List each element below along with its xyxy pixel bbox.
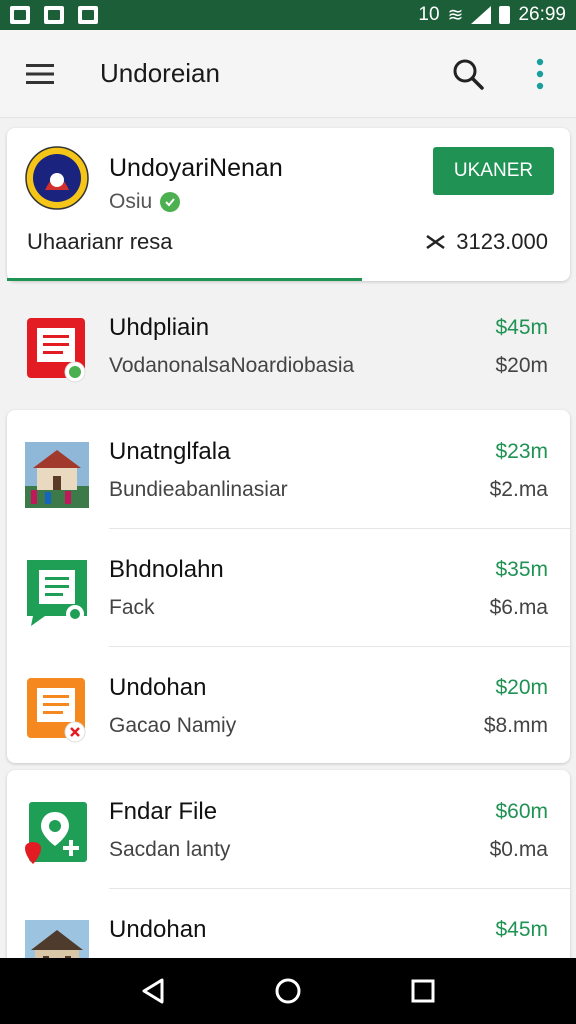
list-item[interactable]: Undohan Gacao Namiy $20m $8.mm bbox=[7, 646, 570, 764]
account-title: UndoyariNenan bbox=[109, 154, 283, 182]
list-group-card: Fndar File Sacdan lanty $60m $0.ma Undoh… bbox=[7, 770, 570, 986]
item-price: $60m bbox=[495, 800, 548, 823]
recents-square-icon bbox=[411, 979, 435, 1003]
menu-button[interactable] bbox=[0, 30, 80, 118]
account-header-card: UndoyariNenan Osiu UKANER Uhaarianr resa… bbox=[7, 128, 570, 281]
item-title: Fndar File bbox=[109, 798, 218, 825]
organization-logo-icon bbox=[25, 146, 89, 210]
list-item[interactable]: Uhdpliain VodanonalsaNoardiobasia $45m $… bbox=[7, 286, 570, 404]
app-bar: Undoreian bbox=[0, 30, 576, 118]
signal-icon bbox=[471, 6, 492, 24]
item-price: $45m bbox=[495, 918, 548, 941]
item-subtitle: Gacao Namiy bbox=[109, 714, 237, 737]
status-bar: 10 ≋ 26:99 bbox=[0, 0, 576, 30]
app-title: Undoreian bbox=[100, 58, 220, 88]
item-subtitle: Sacdan lanty bbox=[109, 838, 231, 861]
recents-button[interactable] bbox=[403, 971, 443, 1011]
shuffle-icon bbox=[426, 234, 445, 250]
item-price: $45m bbox=[495, 316, 548, 339]
gallery-notification-icon bbox=[44, 6, 64, 24]
list-item[interactable]: Unatnglfala Bundieabanlinasiar $23m $2.m… bbox=[7, 410, 570, 528]
orange-document-icon bbox=[27, 678, 86, 743]
item-price: $23m bbox=[495, 440, 548, 463]
app-notification-icon bbox=[78, 6, 98, 24]
list-group-card: Unatnglfala Bundieabanlinasiar $23m $2.m… bbox=[7, 410, 570, 763]
search-button[interactable] bbox=[446, 52, 490, 96]
item-title: Uhdpliain bbox=[109, 314, 210, 341]
list-item-standalone[interactable]: Uhdpliain VodanonalsaNoardiobasia $45m $… bbox=[7, 286, 570, 404]
account-subtitle-text: Osiu bbox=[109, 190, 153, 213]
back-button[interactable] bbox=[133, 971, 173, 1011]
item-price-secondary: $2.ma bbox=[489, 478, 548, 501]
account-amount-value: 3123.000 bbox=[456, 229, 548, 254]
item-subtitle: Bundieabanlinasiar bbox=[109, 478, 288, 501]
item-price: $20m bbox=[495, 676, 548, 699]
network-indicator: 10 bbox=[418, 4, 440, 25]
item-title: Undohan bbox=[109, 916, 207, 943]
verified-check-icon bbox=[160, 192, 181, 212]
search-icon bbox=[453, 59, 484, 90]
item-subtitle: Fack bbox=[109, 596, 155, 619]
item-title: Undohan bbox=[109, 674, 207, 701]
message-icon bbox=[27, 560, 87, 626]
item-price-secondary: $6.ma bbox=[489, 596, 548, 619]
tab-indicator bbox=[7, 278, 362, 281]
primary-action-button[interactable]: UKANER bbox=[433, 147, 554, 195]
list-item[interactable]: Fndar File Sacdan lanty $60m $0.ma bbox=[7, 770, 570, 888]
home-circle-icon bbox=[275, 978, 301, 1004]
wifi-icon: ≋ bbox=[447, 4, 464, 26]
more-options-button[interactable] bbox=[524, 52, 556, 96]
account-meta-label: Uhaarianr resa bbox=[27, 229, 173, 254]
item-price-secondary: $8.mm bbox=[483, 714, 548, 737]
item-title: Unatnglfala bbox=[109, 438, 231, 465]
document-icon bbox=[27, 318, 86, 383]
account-subtitle: Osiu bbox=[109, 190, 181, 214]
battery-icon bbox=[499, 6, 511, 24]
map-pin-icon bbox=[25, 802, 87, 864]
item-title: Bhdnolahn bbox=[109, 556, 224, 583]
home-button[interactable] bbox=[268, 971, 308, 1011]
account-amount: 3123.000 bbox=[426, 229, 548, 255]
back-triangle-icon bbox=[142, 978, 164, 1004]
system-navigation-bar bbox=[0, 958, 576, 1024]
image-notification-icon bbox=[10, 6, 30, 24]
building-photo-icon bbox=[25, 442, 89, 508]
hamburger-menu-icon bbox=[26, 63, 54, 84]
clock: 26:99 bbox=[518, 4, 566, 25]
item-subtitle: VodanonalsaNoardiobasia bbox=[109, 354, 355, 377]
item-price-secondary: $0.ma bbox=[489, 838, 548, 861]
more-vertical-icon bbox=[536, 58, 544, 90]
item-price: $35m bbox=[495, 558, 548, 581]
list-item[interactable]: Bhdnolahn Fack $35m $6.ma bbox=[7, 528, 570, 646]
item-price-secondary: $20m bbox=[495, 354, 548, 377]
